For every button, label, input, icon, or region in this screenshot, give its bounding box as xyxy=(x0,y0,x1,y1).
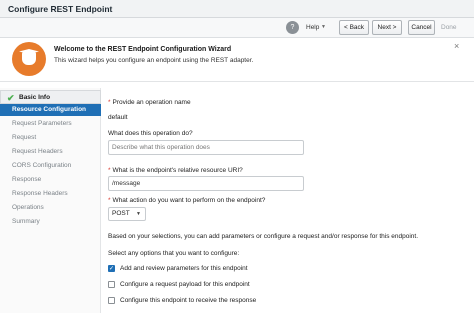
step-response-headers: Response Headers xyxy=(0,188,101,200)
wizard-hat-icon xyxy=(12,42,46,76)
step-label: Request Headers xyxy=(12,148,63,155)
step-request-headers: Request Headers xyxy=(0,146,101,158)
receive-response-label[interactable]: Configure this endpoint to receive the r… xyxy=(120,297,256,304)
title-bar: Configure REST Endpoint xyxy=(0,0,474,18)
step-cors-configuration: CORS Configuration xyxy=(0,160,101,172)
step-label: Request xyxy=(12,134,37,141)
step-label: Summary xyxy=(12,218,40,225)
resource-configuration-form: * Provide an operation name default What … xyxy=(108,88,468,313)
add-parameters-checkbox[interactable]: ✓ xyxy=(108,265,115,272)
cancel-button[interactable]: Cancel xyxy=(408,20,435,35)
request-payload-label[interactable]: Configure a request payload for this end… xyxy=(120,281,250,288)
resource-uri-input[interactable]: /message xyxy=(108,176,304,191)
help-circle-icon[interactable]: ? xyxy=(286,21,299,34)
wizard-steps-sidebar: ✔ Basic Info Resource Configuration Requ… xyxy=(0,88,101,313)
window-title: Configure REST Endpoint xyxy=(8,4,113,14)
welcome-banner: Welcome to the REST Endpoint Configurati… xyxy=(0,38,474,82)
banner-title: Welcome to the REST Endpoint Configurati… xyxy=(54,46,232,53)
step-summary: Summary xyxy=(0,216,101,228)
step-basic-info[interactable]: ✔ Basic Info xyxy=(0,90,101,104)
operation-name-value[interactable]: default xyxy=(108,114,128,121)
step-label: Resource Configuration xyxy=(12,106,87,113)
step-request: Request xyxy=(0,132,101,144)
http-action-select[interactable]: POST ▼ xyxy=(108,207,146,221)
step-label: Response Headers xyxy=(12,190,68,197)
step-label: Request Parameters xyxy=(12,120,72,127)
operation-name-label: * Provide an operation name xyxy=(108,99,191,106)
close-icon[interactable]: × xyxy=(454,41,459,51)
operation-desc-label: What does this operation do? xyxy=(108,130,193,137)
receive-response-checkbox[interactable] xyxy=(108,297,115,304)
chevron-down-icon[interactable]: ▼ xyxy=(321,24,326,30)
add-parameters-label[interactable]: Add and review parameters for this endpo… xyxy=(120,265,248,272)
required-marker: * xyxy=(108,167,111,174)
step-response: Response xyxy=(0,174,101,186)
checkmark-icon: ✔ xyxy=(7,93,15,103)
step-resource-configuration[interactable]: Resource Configuration xyxy=(0,104,101,116)
help-menu[interactable]: Help xyxy=(306,24,319,31)
step-label: Operations xyxy=(12,204,44,211)
chevron-down-icon: ▼ xyxy=(136,211,141,217)
step-label: Basic Info xyxy=(19,94,51,101)
step-label: CORS Configuration xyxy=(12,162,72,169)
required-marker: * xyxy=(108,99,111,106)
step-request-parameters: Request Parameters xyxy=(0,118,101,130)
select-options-text: Select any options that you want to conf… xyxy=(108,250,240,257)
banner-description: This wizard helps you configure an endpo… xyxy=(54,57,254,64)
step-label: Response xyxy=(12,176,42,183)
action-label: * What action do you want to perform on t… xyxy=(108,197,266,204)
back-button[interactable]: < Back xyxy=(339,20,369,35)
resource-uri-label: * What is the endpoint's relative resourc… xyxy=(108,167,243,174)
done-button[interactable]: Done xyxy=(441,24,457,31)
request-payload-checkbox[interactable] xyxy=(108,281,115,288)
operation-description-input[interactable]: Describe what this operation does xyxy=(108,140,304,155)
based-on-selections-text: Based on your selections, you can add pa… xyxy=(108,233,419,240)
next-button[interactable]: Next > xyxy=(372,20,402,35)
wizard-toolbar: ? Help ▼ < Back Next > Cancel Done xyxy=(0,18,474,38)
required-marker: * xyxy=(108,197,111,204)
step-operations: Operations xyxy=(0,202,101,214)
